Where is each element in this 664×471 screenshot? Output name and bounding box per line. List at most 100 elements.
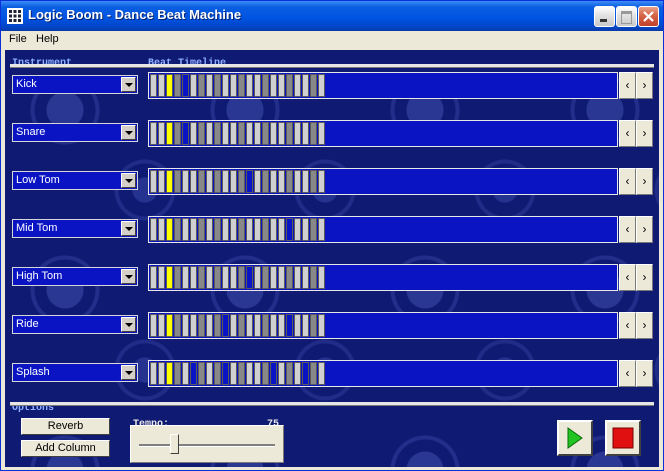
beat-cell[interactable] <box>270 362 277 385</box>
beat-cell[interactable] <box>294 74 301 97</box>
beat-cell[interactable] <box>214 74 221 97</box>
beat-cell[interactable] <box>214 218 221 241</box>
beat-cell[interactable] <box>182 266 189 289</box>
beat-cell[interactable] <box>286 218 293 241</box>
beat-cell[interactable] <box>310 74 317 97</box>
beat-cell[interactable] <box>262 266 269 289</box>
beat-cell[interactable] <box>206 266 213 289</box>
beat-cell[interactable] <box>294 218 301 241</box>
beat-cell[interactable] <box>198 314 205 337</box>
scroll-left-button[interactable]: ‹ <box>619 264 636 291</box>
beat-cell[interactable] <box>318 314 325 337</box>
beat-cell[interactable] <box>302 314 309 337</box>
beat-cell[interactable] <box>190 314 197 337</box>
beat-cell[interactable] <box>278 170 285 193</box>
beat-cell[interactable] <box>254 266 261 289</box>
beat-cell[interactable] <box>278 314 285 337</box>
beat-cell[interactable] <box>302 74 309 97</box>
beat-cell[interactable] <box>286 122 293 145</box>
beat-cell[interactable] <box>230 266 237 289</box>
beat-cell[interactable] <box>262 122 269 145</box>
beat-cell[interactable] <box>246 362 253 385</box>
beat-cell[interactable] <box>198 218 205 241</box>
beat-cell[interactable] <box>270 122 277 145</box>
instrument-select[interactable]: High Tom <box>12 267 138 286</box>
beat-cell[interactable] <box>318 266 325 289</box>
scroll-right-button[interactable]: › <box>636 168 653 195</box>
beat-cell[interactable] <box>150 362 157 385</box>
beat-cell[interactable] <box>158 170 165 193</box>
beat-cell[interactable] <box>254 170 261 193</box>
title-bar[interactable]: Logic Boom - Dance Beat Machine <box>1 1 663 31</box>
reverb-button[interactable]: Reverb <box>21 418 110 435</box>
beat-cell[interactable] <box>166 266 173 289</box>
beat-cell[interactable] <box>238 122 245 145</box>
beat-cell[interactable] <box>214 170 221 193</box>
beat-cell[interactable] <box>190 122 197 145</box>
beat-cell[interactable] <box>150 266 157 289</box>
beat-cell[interactable] <box>166 362 173 385</box>
beat-cell[interactable] <box>206 74 213 97</box>
beat-cell[interactable] <box>302 362 309 385</box>
beat-cell[interactable] <box>238 170 245 193</box>
scroll-left-button[interactable]: ‹ <box>619 72 636 99</box>
beat-cell[interactable] <box>206 218 213 241</box>
beat-cell[interactable] <box>174 266 181 289</box>
beat-cell[interactable] <box>270 314 277 337</box>
beat-cell[interactable] <box>174 314 181 337</box>
beat-cell[interactable] <box>294 170 301 193</box>
beat-cell[interactable] <box>174 74 181 97</box>
beat-cell[interactable] <box>214 362 221 385</box>
scroll-right-button[interactable]: › <box>636 120 653 147</box>
beat-cell[interactable] <box>222 266 229 289</box>
instrument-select[interactable]: Splash <box>12 363 138 382</box>
beat-cell[interactable] <box>310 122 317 145</box>
beat-cell[interactable] <box>150 314 157 337</box>
beat-cell[interactable] <box>254 218 261 241</box>
close-button[interactable] <box>638 6 659 27</box>
beat-cell[interactable] <box>270 74 277 97</box>
beat-cell[interactable] <box>254 122 261 145</box>
beat-cell[interactable] <box>294 122 301 145</box>
dropdown-button[interactable] <box>121 125 136 140</box>
beat-cell[interactable] <box>150 218 157 241</box>
beat-cell[interactable] <box>150 170 157 193</box>
beat-cell[interactable] <box>278 122 285 145</box>
beat-cell[interactable] <box>254 74 261 97</box>
beat-cell[interactable] <box>310 362 317 385</box>
beat-cell[interactable] <box>246 74 253 97</box>
beat-cell[interactable] <box>318 122 325 145</box>
beat-cell[interactable] <box>318 218 325 241</box>
dropdown-button[interactable] <box>121 365 136 380</box>
beat-cell[interactable] <box>246 170 253 193</box>
beat-cell[interactable] <box>158 314 165 337</box>
beat-cell[interactable] <box>262 74 269 97</box>
beat-cell[interactable] <box>310 266 317 289</box>
scroll-right-button[interactable]: › <box>636 72 653 99</box>
beat-cell[interactable] <box>286 314 293 337</box>
beat-cell[interactable] <box>222 74 229 97</box>
beat-cell[interactable] <box>206 122 213 145</box>
beat-cell[interactable] <box>174 218 181 241</box>
beat-cell[interactable] <box>190 362 197 385</box>
dropdown-button[interactable] <box>121 173 136 188</box>
beat-cell[interactable] <box>182 362 189 385</box>
beat-cell[interactable] <box>206 170 213 193</box>
beat-cell[interactable] <box>230 362 237 385</box>
beat-cell[interactable] <box>158 122 165 145</box>
beat-cell[interactable] <box>302 266 309 289</box>
beat-cell[interactable] <box>166 218 173 241</box>
beat-cell[interactable] <box>214 266 221 289</box>
dropdown-button[interactable] <box>121 317 136 332</box>
maximize-button[interactable] <box>616 6 637 27</box>
beat-cell[interactable] <box>198 170 205 193</box>
beat-cell[interactable] <box>318 362 325 385</box>
stop-button[interactable] <box>605 420 641 456</box>
scroll-left-button[interactable]: ‹ <box>619 120 636 147</box>
minimize-button[interactable] <box>594 6 615 27</box>
beat-cell[interactable] <box>270 170 277 193</box>
beat-cell[interactable] <box>230 314 237 337</box>
instrument-select[interactable]: Ride <box>12 315 138 334</box>
beat-cell[interactable] <box>286 362 293 385</box>
beat-cell[interactable] <box>166 314 173 337</box>
